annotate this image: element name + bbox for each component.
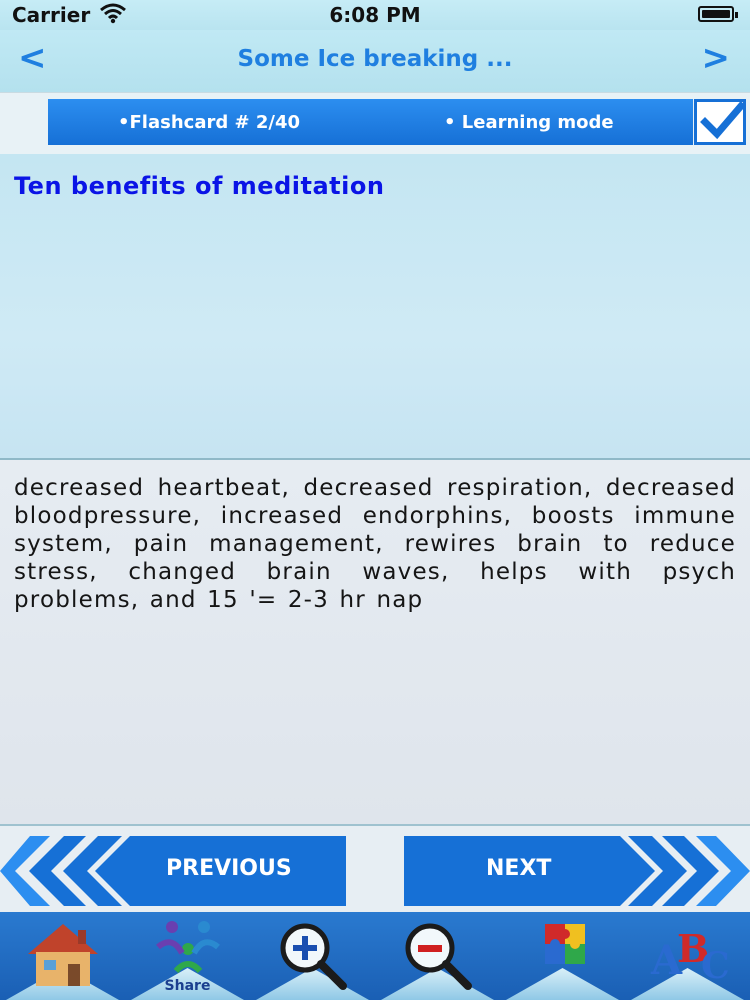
previous-button[interactable]: PREVIOUS (0, 836, 346, 906)
zoom-in-icon (280, 923, 347, 990)
share-caption: Share (164, 978, 211, 994)
zoom-out-button[interactable] (375, 912, 500, 1000)
flashcard-answer: decreased heartbeat, decreased respirati… (14, 475, 736, 613)
zoom-in-button[interactable] (250, 912, 375, 1000)
svg-text:C: C (701, 945, 730, 987)
bottom-toolbar: Share A B C (0, 912, 750, 1000)
abc-icon: A B C (650, 926, 730, 987)
share-button[interactable]: Share (125, 912, 250, 1000)
mode-label: • Learning mode (444, 112, 614, 133)
puzzle-icon (544, 924, 585, 964)
share-icon (155, 921, 220, 974)
flashcard-info-bar: •Flashcard # 2/40 • Learning mode (48, 99, 693, 145)
home-button[interactable] (0, 912, 125, 1000)
navigation-button-bar: PREVIOUS NEXT (0, 824, 750, 914)
background-button[interactable] (500, 912, 625, 1000)
home-icon (27, 924, 98, 986)
battery-icon (698, 6, 738, 22)
double-chevron-right-icon (404, 836, 750, 906)
learning-mode-checkbox[interactable] (694, 99, 746, 145)
checkmark-icon (700, 102, 745, 140)
flashcard-info-strip: •Flashcard # 2/40 • Learning mode (0, 92, 750, 156)
page-title: Some Ice breaking ... (237, 46, 513, 72)
flashcard-question: Ten benefits of meditation (14, 172, 385, 200)
zoom-out-icon (405, 923, 472, 990)
flashcard-counter: •Flashcard # 2/40 (118, 112, 300, 133)
clock-time: 6:08 PM (329, 3, 421, 27)
next-button[interactable]: NEXT (404, 836, 750, 906)
previous-button-label: PREVIOUS (166, 856, 292, 881)
next-button-label: NEXT (486, 856, 552, 881)
question-panel: Ten benefits of meditation (0, 154, 750, 458)
status-bar: Carrier 6:08 PM (0, 0, 750, 30)
next-topic-button[interactable]: > (702, 38, 731, 78)
abc-button[interactable]: A B C (625, 912, 750, 1000)
answer-panel: decreased heartbeat, decreased respirati… (0, 460, 750, 824)
nav-bar: < Some Ice breaking ... > (0, 30, 750, 92)
